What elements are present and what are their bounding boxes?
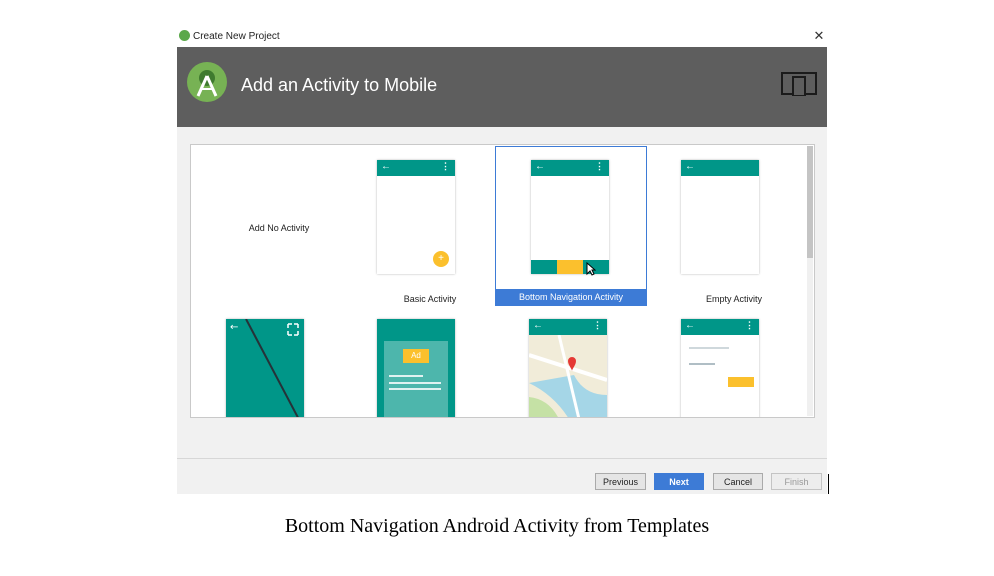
scrollbar-thumb[interactable] bbox=[807, 146, 813, 258]
template-fullscreen-activity[interactable]: ← bbox=[204, 319, 354, 417]
window-titlebar: Create New Project ✕ bbox=[177, 27, 827, 47]
phone-preview: ← bbox=[681, 160, 759, 274]
sign-in-button bbox=[728, 377, 754, 387]
text-line bbox=[389, 388, 441, 390]
phone-preview: ← ⋮ + bbox=[377, 160, 455, 274]
back-arrow-icon: ← bbox=[533, 320, 543, 331]
fab-icon: + bbox=[433, 251, 449, 267]
gallery-scrollbar[interactable] bbox=[807, 146, 813, 416]
app-bar: ← ⋮ bbox=[531, 160, 609, 176]
template-label: Bottom Navigation Activity bbox=[495, 289, 647, 306]
app-bar: ← ⋮ bbox=[529, 319, 607, 335]
previous-button[interactable]: Previous bbox=[595, 473, 646, 490]
close-icon[interactable]: ✕ bbox=[811, 27, 827, 45]
overflow-menu-icon: ⋮ bbox=[745, 320, 754, 330]
template-login-activity[interactable]: ← ⋮ bbox=[659, 319, 809, 417]
dialog-header: Add an Activity to Mobile bbox=[177, 47, 827, 127]
bottom-nav-selected-item bbox=[557, 260, 583, 274]
finish-button[interactable]: Finish bbox=[771, 473, 822, 490]
footer-divider bbox=[177, 458, 827, 459]
mouse-pointer-icon bbox=[586, 262, 596, 276]
email-field bbox=[689, 347, 729, 349]
text-cursor bbox=[828, 474, 829, 494]
overflow-menu-icon: ⋮ bbox=[595, 161, 604, 171]
text-line bbox=[389, 382, 441, 384]
ad-card: Ad bbox=[384, 341, 448, 417]
template-bottom-navigation-activity[interactable]: ← ⋮ Bottom Navigation Activity bbox=[495, 146, 647, 306]
phone-preview: Ad bbox=[377, 319, 455, 417]
tablet-phone-icon bbox=[781, 72, 817, 96]
create-project-dialog: Create New Project ✕ Add an Activity to … bbox=[177, 27, 827, 494]
back-arrow-icon: ← bbox=[685, 161, 695, 172]
phone-preview: ← ⋮ bbox=[531, 160, 609, 276]
template-google-admob-activity[interactable]: Ad bbox=[355, 319, 505, 417]
template-label: Add No Activity bbox=[248, 223, 310, 233]
overflow-menu-icon: ⋮ bbox=[441, 161, 450, 171]
app-bar: ← ⋮ bbox=[681, 319, 759, 335]
password-field bbox=[689, 363, 715, 365]
android-studio-icon bbox=[187, 62, 227, 102]
template-label: Basic Activity bbox=[403, 294, 457, 304]
next-button[interactable]: Next bbox=[654, 473, 704, 490]
map-preview bbox=[529, 335, 607, 417]
back-arrow-icon: ← bbox=[535, 161, 545, 172]
back-arrow-icon: ← bbox=[685, 320, 695, 331]
phone-preview: ← bbox=[226, 319, 304, 417]
template-gallery: Add No Activity ← ⋮ + Basic Activity ← ⋮ bbox=[190, 144, 815, 418]
window-title: Create New Project bbox=[193, 31, 280, 42]
template-google-maps-activity[interactable]: ← ⋮ bbox=[507, 319, 657, 417]
fullscreen-preview: ← bbox=[230, 319, 299, 417]
android-studio-small-icon bbox=[179, 30, 190, 41]
page-title: Add an Activity to Mobile bbox=[241, 75, 438, 95]
template-empty-activity[interactable]: ← Empty Activity bbox=[659, 147, 809, 305]
back-arrow-icon: ← bbox=[381, 161, 391, 172]
template-basic-activity[interactable]: ← ⋮ + Basic Activity bbox=[355, 147, 505, 305]
text-line bbox=[389, 375, 423, 377]
app-bar: ← bbox=[681, 160, 759, 176]
cancel-button[interactable]: Cancel bbox=[713, 473, 763, 490]
phone-preview: ← ⋮ bbox=[681, 319, 759, 417]
svg-text:←: ← bbox=[230, 322, 238, 333]
ad-badge: Ad bbox=[403, 349, 429, 363]
bottom-navigation-bar bbox=[531, 260, 609, 274]
phone-preview: ← ⋮ bbox=[529, 319, 607, 417]
template-add-no-activity[interactable]: Add No Activity bbox=[204, 147, 354, 305]
overflow-menu-icon: ⋮ bbox=[593, 320, 602, 330]
figure-caption: Bottom Navigation Android Activity from … bbox=[284, 515, 710, 537]
app-bar: ← ⋮ bbox=[377, 160, 455, 176]
template-label: Empty Activity bbox=[705, 294, 762, 304]
